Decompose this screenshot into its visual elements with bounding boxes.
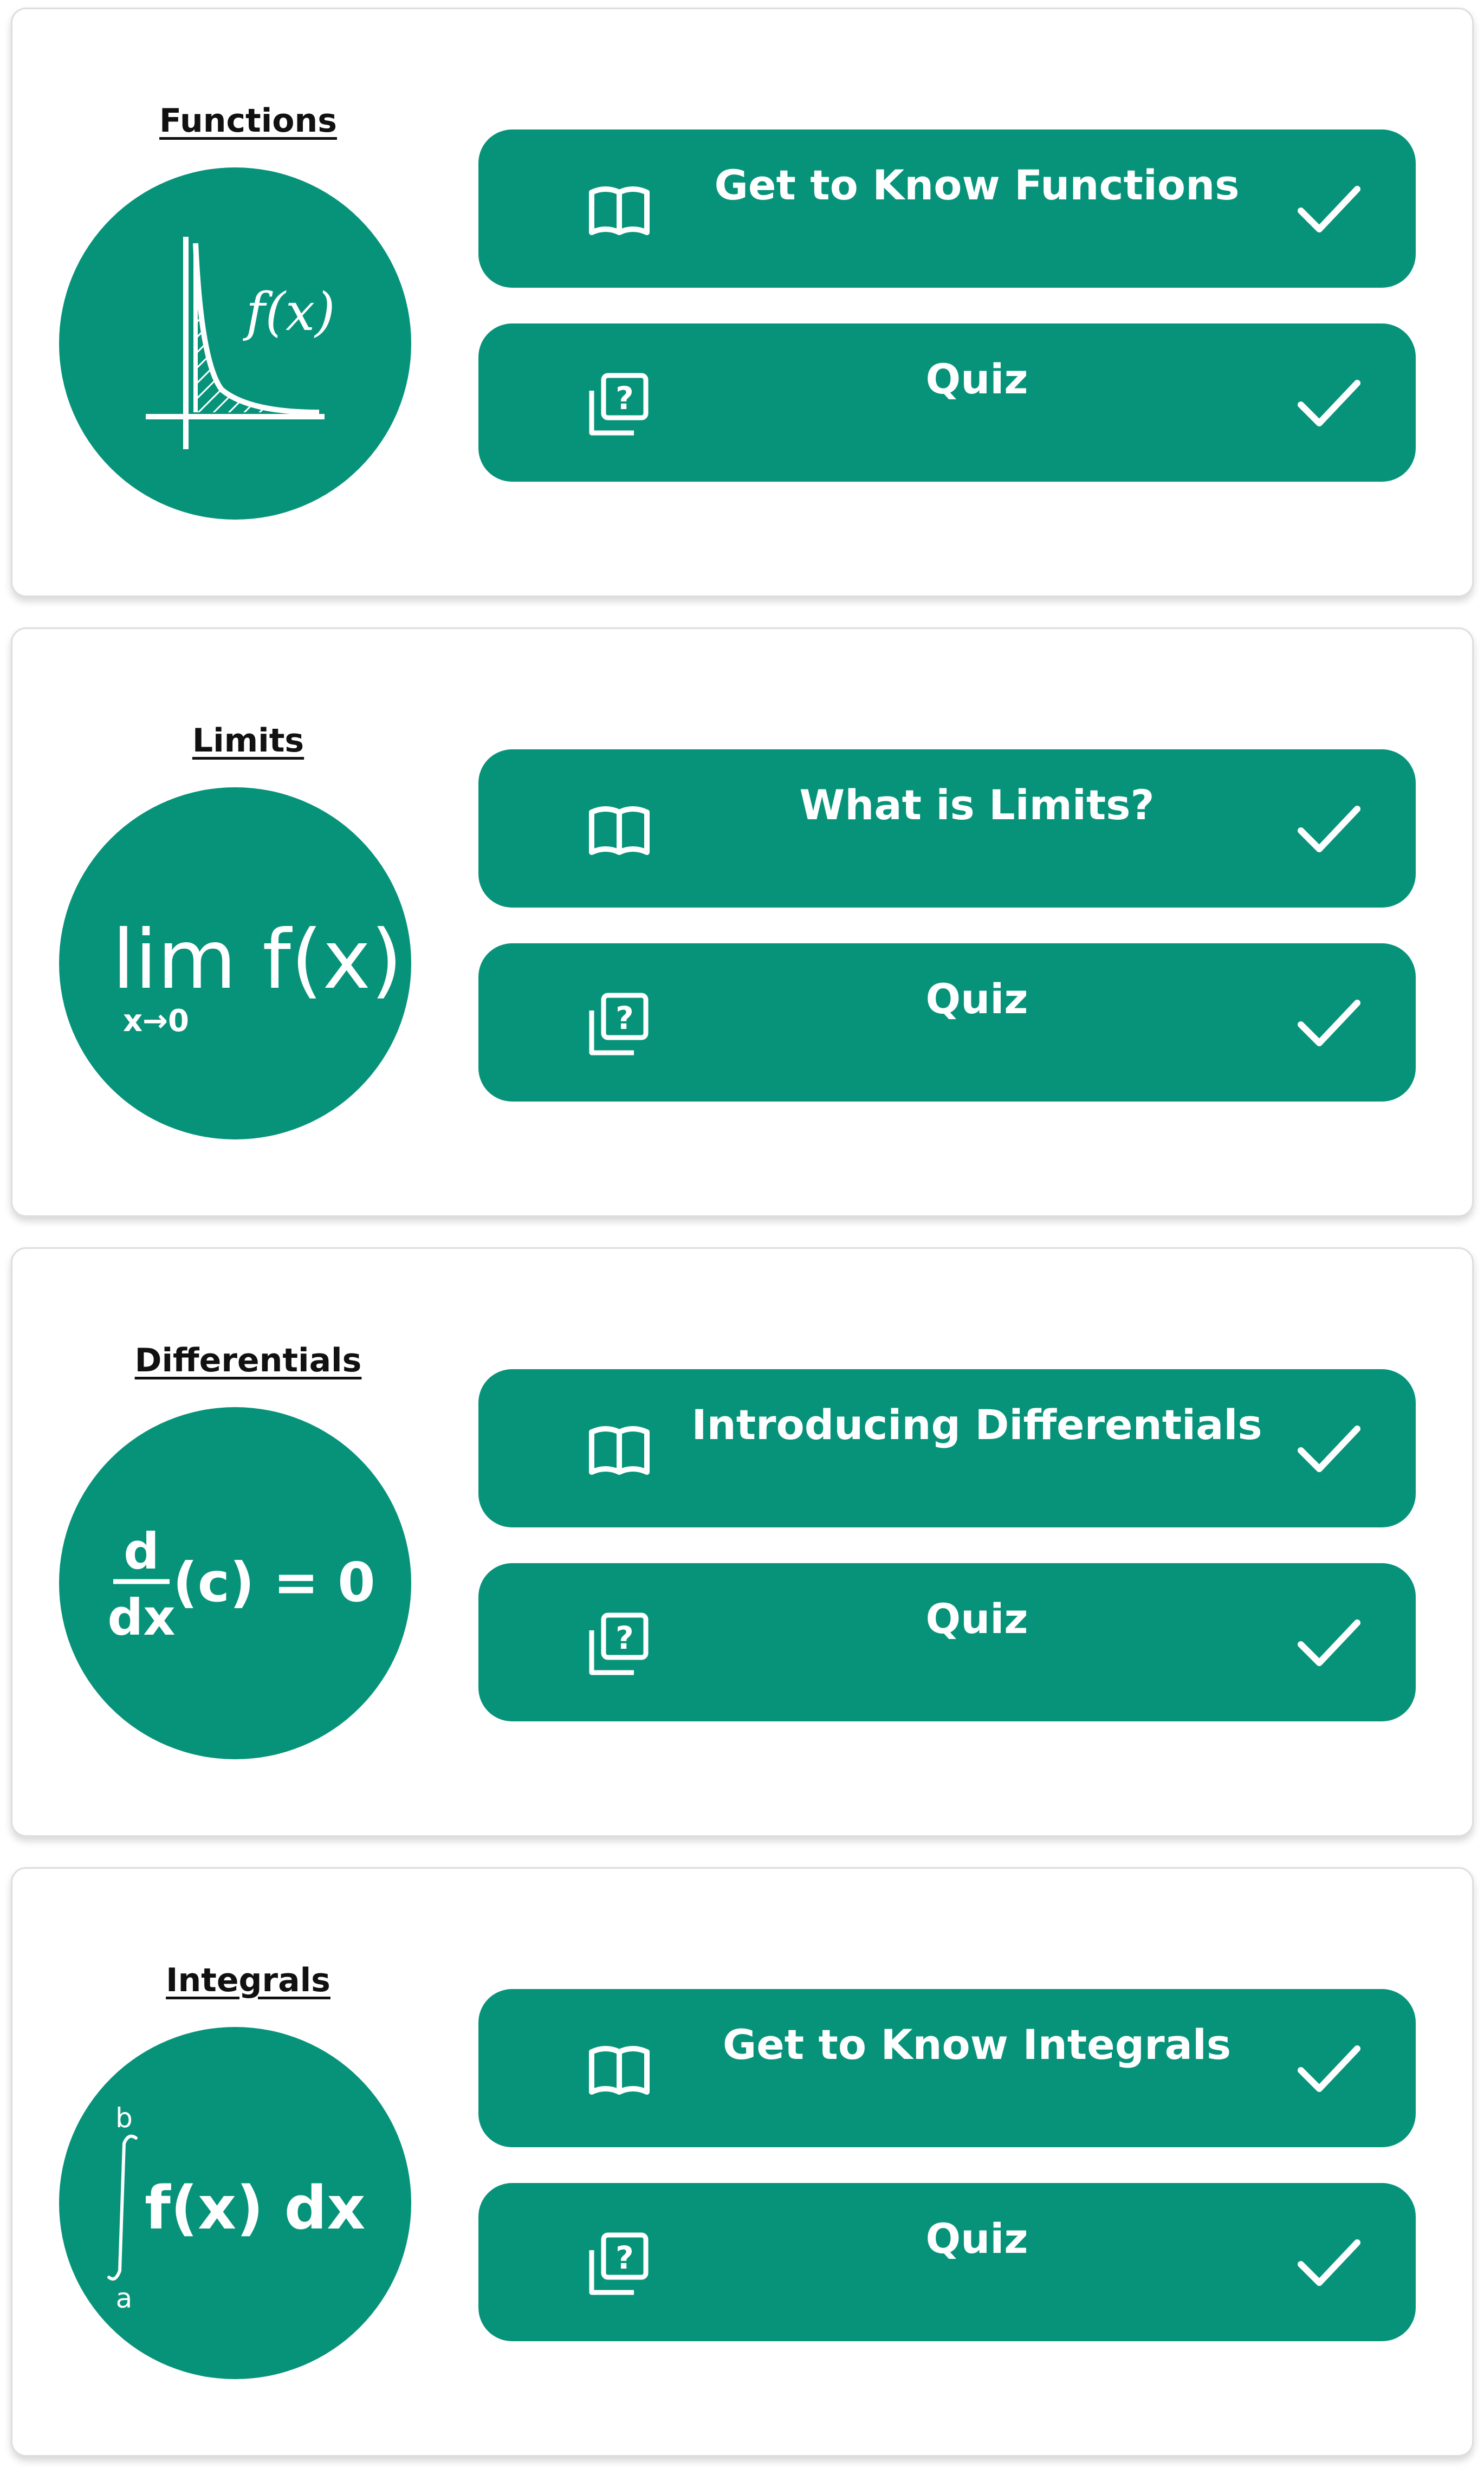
topic-title: Integrals [166, 1961, 331, 1999]
quiz-icon [584, 370, 654, 441]
check-icon [1297, 2039, 1362, 2098]
lesson-label: Introducing Differentials [691, 1401, 1262, 1449]
derivative-expression: (c) = 0 [173, 1551, 375, 1614]
quiz-button-functions[interactable]: Quiz [478, 323, 1416, 482]
lesson-button-differentials[interactable]: Introducing Differentials [478, 1369, 1416, 1527]
quiz-label: Quiz [925, 2214, 1028, 2263]
topic-title: Functions [159, 102, 337, 140]
lesson-button-integrals[interactable]: Get to Know Integrals [478, 1989, 1416, 2147]
integral-formula-icon: b a f(x) dx [59, 2027, 411, 2379]
book-icon [584, 2036, 654, 2106]
quiz-button-integrals[interactable]: Quiz [478, 2183, 1416, 2341]
check-icon [1297, 1613, 1362, 1673]
integral-expression: f(x) dx [145, 2173, 365, 2243]
check-icon [1297, 993, 1362, 1053]
quiz-label: Quiz [925, 975, 1028, 1023]
check-icon [1297, 373, 1362, 433]
topic-card-limits: Limits lim f(x) x→0 What is Limits? Quiz [11, 627, 1474, 1217]
topic-card-integrals: Integrals b a f(x) dx Get to Know Integr… [11, 1867, 1474, 2457]
check-icon [1297, 2233, 1362, 2292]
quiz-label: Quiz [925, 355, 1028, 403]
topic-title: Limits [192, 722, 304, 760]
derivative-numerator: d [124, 1523, 159, 1580]
lesson-label: What is Limits? [799, 781, 1155, 829]
book-icon [584, 1416, 654, 1486]
quiz-button-limits[interactable]: Quiz [478, 943, 1416, 1102]
check-icon [1297, 799, 1362, 859]
topic-title: Differentials [134, 1342, 362, 1379]
quiz-icon [584, 1610, 654, 1680]
derivative-formula-icon: d dx (c) = 0 [59, 1407, 411, 1759]
lesson-button-functions[interactable]: Get to Know Functions [478, 129, 1416, 288]
function-graph-icon: f(x) [59, 167, 411, 520]
topic-card-functions: Functions f(x) Get to Know Functions Qui… [11, 8, 1474, 597]
quiz-icon [584, 990, 654, 1060]
quiz-button-differentials[interactable]: Quiz [478, 1563, 1416, 1721]
check-icon [1297, 1419, 1362, 1479]
limit-formula-icon: lim f(x) x→0 [59, 787, 411, 1139]
quiz-label: Quiz [925, 1595, 1028, 1643]
limit-subscript: x→0 [123, 1003, 189, 1039]
integral-lower-bound: a [116, 2283, 133, 2314]
derivative-denominator: dx [107, 1589, 175, 1647]
check-icon [1297, 179, 1362, 239]
function-label: f(x) [243, 282, 335, 342]
book-icon [584, 176, 654, 247]
quiz-icon [584, 2230, 654, 2300]
integral-upper-bound: b [115, 2102, 133, 2134]
lesson-button-limits[interactable]: What is Limits? [478, 749, 1416, 908]
book-icon [584, 796, 654, 866]
limit-label: lim f(x) [112, 913, 403, 1007]
lesson-label: Get to Know Functions [714, 161, 1240, 209]
topic-card-differentials: Differentials d dx (c) = 0 Introducing D… [11, 1247, 1474, 1837]
lesson-label: Get to Know Integrals [722, 2020, 1232, 2069]
